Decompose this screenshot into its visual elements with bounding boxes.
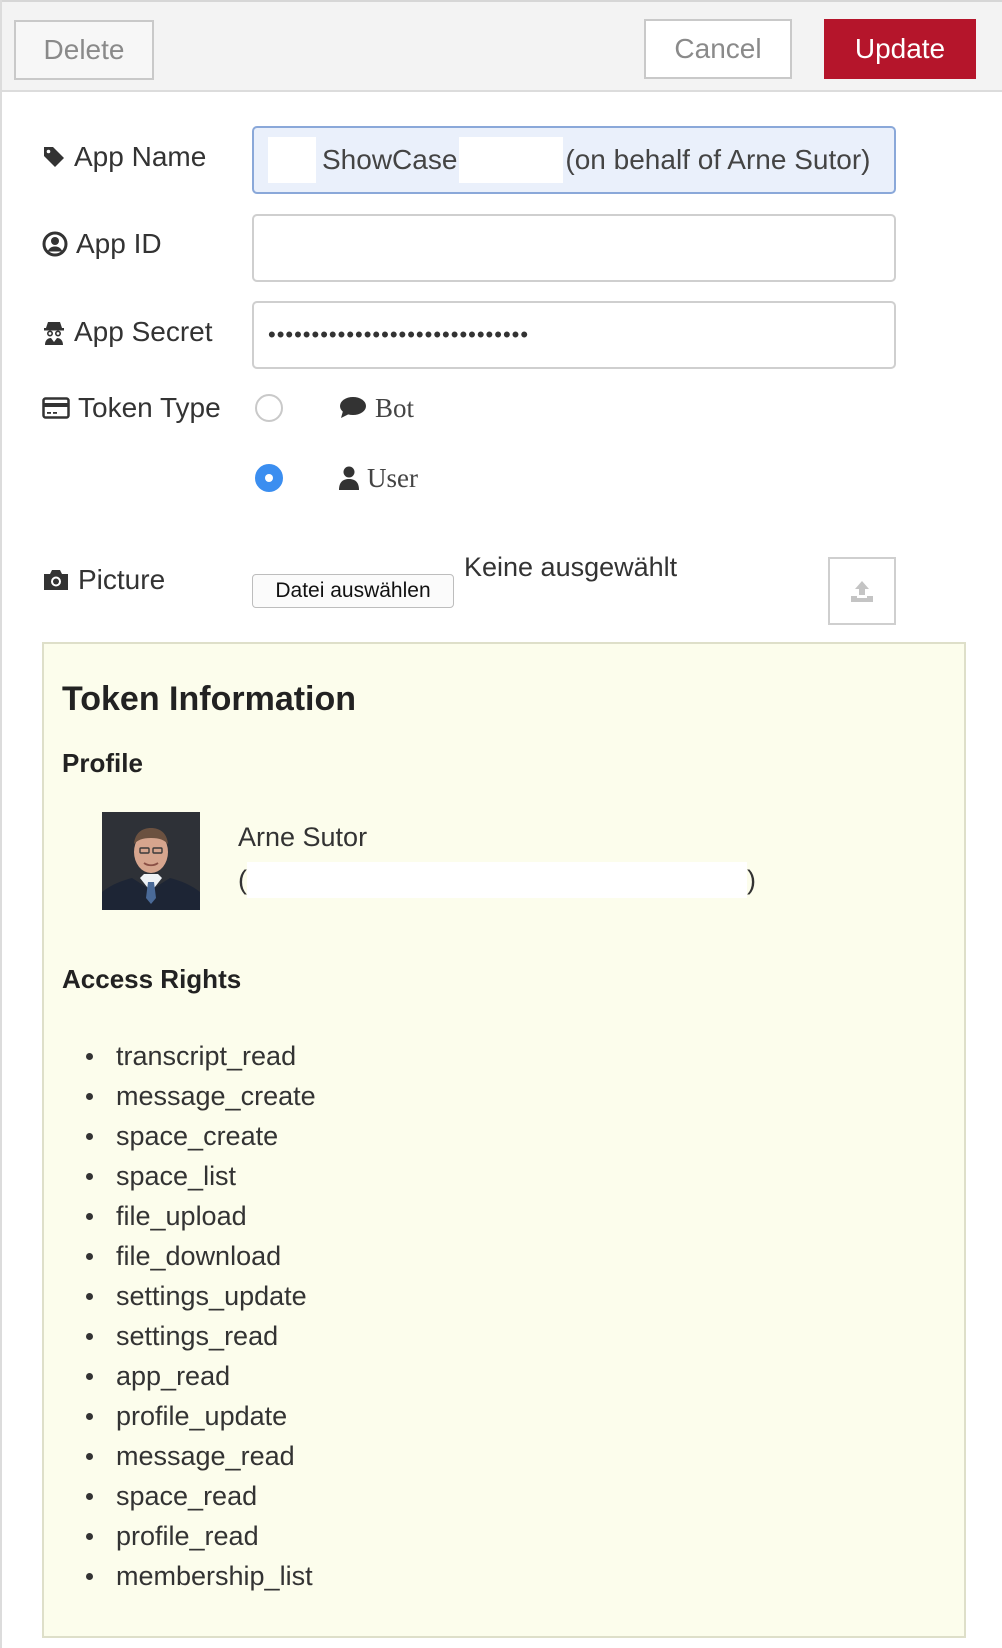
list-item: message_read bbox=[86, 1436, 316, 1476]
file-status-text: Keine ausgewählt bbox=[464, 552, 678, 582]
list-item: app_read bbox=[86, 1356, 316, 1396]
delete-button[interactable]: Delete bbox=[14, 20, 154, 80]
app-id-input[interactable] bbox=[252, 214, 896, 282]
credit-card-icon bbox=[42, 397, 70, 419]
access-rights-heading: Access Rights bbox=[62, 964, 242, 994]
avatar bbox=[102, 812, 200, 910]
token-type-user-option[interactable]: User bbox=[339, 460, 418, 496]
app-secret-value: •••••••••••••••••••••••••••••• bbox=[268, 322, 530, 347]
choose-file-button[interactable]: Datei auswählen bbox=[252, 574, 454, 608]
user-secret-icon bbox=[44, 322, 64, 345]
user-circle-icon bbox=[42, 231, 68, 257]
camera-icon bbox=[44, 570, 68, 590]
token-type-bot-radio[interactable] bbox=[255, 394, 283, 422]
token-type-user-label: User bbox=[367, 462, 418, 493]
update-button[interactable]: Update bbox=[824, 19, 976, 79]
list-item: message_create bbox=[86, 1076, 316, 1116]
dialog-toolbar: Delete Cancel Update bbox=[2, 0, 1002, 92]
user-icon bbox=[339, 466, 359, 490]
app-secret-label: App Secret bbox=[42, 312, 213, 352]
app-name-value-suffix: (on behalf of Arne Sutor) bbox=[565, 144, 871, 175]
list-item: space_create bbox=[86, 1116, 316, 1156]
list-item: transcript_read bbox=[86, 1036, 316, 1076]
list-item: space_list bbox=[86, 1156, 316, 1196]
token-information-title: Token Information bbox=[62, 680, 357, 718]
list-item: file_download bbox=[86, 1236, 316, 1276]
list-item: settings_read bbox=[86, 1316, 316, 1356]
redacted-block bbox=[459, 137, 564, 183]
upload-button[interactable] bbox=[828, 557, 896, 625]
token-type-user-radio[interactable] bbox=[255, 464, 283, 492]
profile-id-open: ( bbox=[238, 864, 247, 895]
token-type-bot-option[interactable]: Bot bbox=[339, 390, 414, 426]
app-name-value-prefix: ShowCase bbox=[322, 144, 458, 175]
list-item: profile_read bbox=[86, 1516, 316, 1556]
token-type-bot-label: Bot bbox=[375, 392, 415, 423]
edit-config-dialog: Delete Cancel Update App Name ShowCase (… bbox=[0, 0, 1002, 1648]
profile-name: Arne Sutor bbox=[238, 822, 368, 852]
access-rights-list: transcript_read message_create space_cre… bbox=[86, 1036, 316, 1596]
app-name-label: App Name bbox=[42, 137, 206, 177]
token-type-label: Token Type bbox=[42, 388, 221, 428]
app-id-label: App ID bbox=[42, 224, 162, 264]
redacted-block bbox=[247, 862, 747, 898]
redacted-block bbox=[268, 137, 316, 183]
list-item: space_read bbox=[86, 1476, 316, 1516]
app-secret-input[interactable]: •••••••••••••••••••••••••••••• bbox=[252, 301, 896, 369]
profile-heading: Profile bbox=[62, 748, 143, 778]
profile-id: ( ) bbox=[238, 862, 778, 898]
picture-label-text: Picture bbox=[78, 564, 166, 595]
list-item: membership_list bbox=[86, 1556, 316, 1596]
app-name-label-text: App Name bbox=[74, 141, 207, 172]
app-name-input[interactable]: ShowCase (on behalf of Arne Sutor) bbox=[252, 126, 896, 194]
app-id-label-text: App ID bbox=[76, 228, 162, 259]
token-information-panel: Token Information Profile Arne Sutor ( )… bbox=[42, 642, 966, 1638]
tag-icon bbox=[44, 147, 64, 167]
upload-icon bbox=[851, 581, 873, 602]
token-type-label-text: Token Type bbox=[78, 392, 221, 423]
cancel-button[interactable]: Cancel bbox=[644, 19, 792, 79]
list-item: profile_update bbox=[86, 1396, 316, 1436]
picture-label: Picture bbox=[42, 560, 165, 600]
comment-icon bbox=[340, 397, 366, 418]
list-item: file_upload bbox=[86, 1196, 316, 1236]
profile-id-close: ) bbox=[747, 864, 756, 895]
list-item: settings_update bbox=[86, 1276, 316, 1316]
app-secret-label-text: App Secret bbox=[74, 316, 213, 347]
